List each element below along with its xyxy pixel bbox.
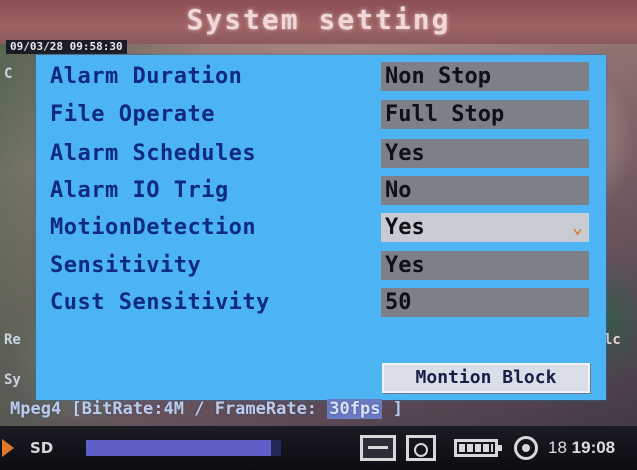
setting-label: MotionDetection — [50, 215, 257, 240]
sd-card-icon[interactable] — [406, 435, 436, 461]
setting-row-cust-sensitivity[interactable]: Cust Sensitivity 50 — [50, 288, 590, 318]
clock: 18 19:08 — [548, 436, 615, 460]
setting-value-dropdown[interactable]: Yes ⌄ — [381, 213, 589, 242]
motion-block-button[interactable]: Montion Block — [382, 363, 590, 393]
setting-label: Alarm Duration — [50, 64, 243, 89]
settings-panel: Alarm Duration Non Stop File Operate Ful… — [36, 55, 606, 400]
title-bar: System setting — [0, 0, 637, 44]
setting-value-field[interactable]: Yes — [381, 139, 589, 168]
setting-value-field[interactable]: No — [381, 176, 589, 205]
stream-status-suffix: ] — [392, 399, 403, 419]
setting-row-file-operate[interactable]: File Operate Full Stop — [50, 100, 590, 130]
setting-value-field[interactable]: Yes — [381, 251, 589, 280]
storage-label: SD — [30, 439, 54, 457]
setting-value-text: Yes — [385, 215, 425, 240]
overlay-timestamp: 09/03/28 09:58:30 — [6, 40, 127, 54]
storage-progress-bar — [86, 440, 281, 456]
setting-row-motion-detection[interactable]: MotionDetection Yes ⌄ — [50, 213, 590, 243]
setting-label: File Operate — [50, 102, 215, 127]
setting-label: Sensitivity — [50, 253, 202, 278]
battery-icon — [454, 439, 502, 457]
bottom-status-bar: SD 18 19:08 — [0, 426, 637, 470]
background-osd-text: lc — [604, 332, 621, 348]
keyboard-icon[interactable] — [360, 435, 396, 461]
clock-day: 18 — [548, 438, 567, 457]
setting-value-field[interactable]: Non Stop — [381, 62, 589, 91]
page-title: System setting — [186, 3, 451, 36]
stream-status-prefix: Mpeg4 [BitRate:4M / FrameRate: — [10, 399, 318, 419]
setting-row-alarm-duration[interactable]: Alarm Duration Non Stop — [50, 62, 590, 92]
storage-progress-fill — [86, 440, 272, 456]
background-osd-text: Re — [4, 332, 21, 348]
setting-label: Cust Sensitivity — [50, 290, 270, 315]
clock-time: 19:08 — [571, 438, 616, 457]
setting-value-field[interactable]: Full Stop — [381, 100, 589, 129]
frame-rate-value: 30fps — [327, 399, 383, 419]
play-arrow-icon[interactable] — [2, 439, 14, 457]
setting-row-alarm-schedules[interactable]: Alarm Schedules Yes — [50, 139, 590, 169]
background-osd-text: Sy — [4, 372, 21, 388]
setting-label: Alarm IO Trig — [50, 178, 229, 203]
setting-row-sensitivity[interactable]: Sensitivity Yes — [50, 251, 590, 281]
setting-label: Alarm Schedules — [50, 141, 257, 166]
background-osd-text: C — [4, 66, 13, 82]
chevron-down-icon[interactable]: ⌄ — [572, 213, 583, 242]
stream-status-line: Mpeg4 [BitRate:4M / FrameRate: 30fps ] — [10, 398, 570, 420]
setting-row-alarm-io-trig[interactable]: Alarm IO Trig No — [50, 176, 590, 206]
record-icon[interactable] — [514, 436, 538, 460]
setting-value-field[interactable]: 50 — [381, 288, 589, 317]
